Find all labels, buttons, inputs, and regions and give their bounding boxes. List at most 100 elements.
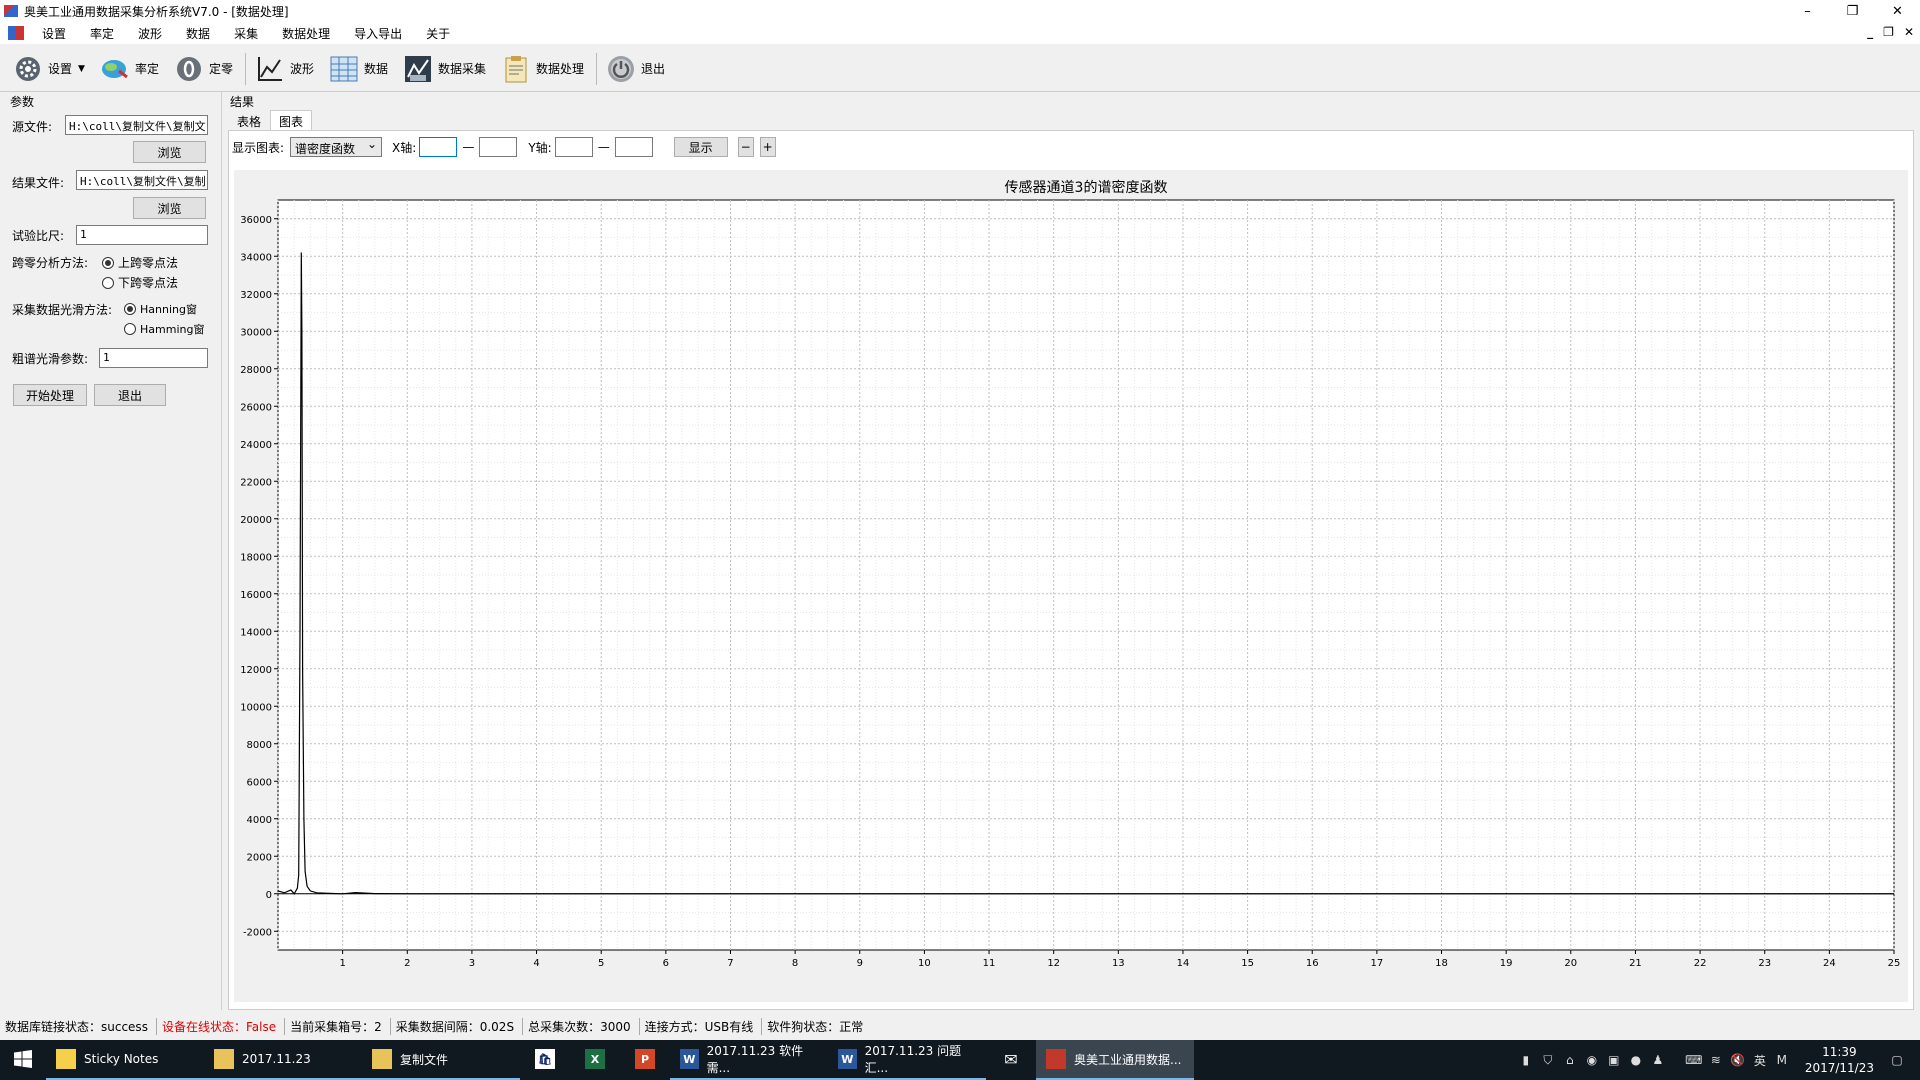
result-file-label: 结果文件: xyxy=(12,176,65,190)
toolbar-acquire-label: 数据采集 xyxy=(438,62,487,76)
qq-icon[interactable]: ♟ xyxy=(1647,1049,1669,1071)
radio-dot[interactable] xyxy=(124,303,136,315)
zoom-out-button[interactable]: − xyxy=(737,137,754,157)
taskbar-app[interactable]: 奥美工业通用数据... xyxy=(1036,1040,1194,1080)
notification-icon[interactable]: ▢ xyxy=(1886,1049,1908,1071)
y-min-input[interactable] xyxy=(554,137,593,157)
acquire-icon xyxy=(404,55,432,83)
scale-input[interactable]: 1 xyxy=(76,225,208,245)
toolbar-acquire-button[interactable]: 数据采集 xyxy=(400,51,490,87)
menu-data[interactable]: 数据 xyxy=(174,25,222,42)
radio-dot[interactable] xyxy=(102,276,114,289)
toolbar-process-button[interactable]: 数据处理 xyxy=(498,51,588,87)
battery-icon[interactable]: ▮ xyxy=(1515,1049,1537,1071)
taskbar-mail[interactable]: ✉ xyxy=(986,1040,1036,1080)
volume-muted-icon[interactable]: 🔇 xyxy=(1727,1049,1749,1071)
menu-calibrate[interactable]: 率定 xyxy=(78,25,126,42)
x-min-input[interactable] xyxy=(419,137,458,157)
y-tick-label: 10000 xyxy=(240,702,272,713)
source-file-input[interactable]: H:\coll\复制文件\复制文 xyxy=(65,115,208,135)
exit-process-button[interactable]: 退出 xyxy=(94,384,166,406)
menu-acquire[interactable]: 采集 xyxy=(222,25,270,42)
app-tray-icon[interactable]: ▣ xyxy=(1603,1049,1625,1071)
x-tick-label: 12 xyxy=(1047,958,1060,969)
toolbar-calibrate-button[interactable]: 率定 xyxy=(97,51,163,87)
wechat-icon[interactable]: ● xyxy=(1625,1049,1647,1071)
radio-dot[interactable] xyxy=(124,323,136,335)
clock[interactable]: 11:39 2017/11/23 xyxy=(1805,1044,1874,1076)
toolbar-zero-button[interactable]: 定零 xyxy=(171,51,237,87)
result-group-label: 结果 xyxy=(230,95,255,109)
x-tick-label: 1 xyxy=(339,958,345,969)
spectral-density-chart: -2000 0 2000 4000 6000 8000 10000 12000 14000 160… xyxy=(240,179,1900,969)
toolbar-settings-button[interactable]: 设置 ▼ xyxy=(10,51,89,87)
taskbar-store[interactable]: 🛍 xyxy=(520,1040,570,1080)
start-button[interactable] xyxy=(0,1040,46,1080)
taskbar-excel[interactable]: X xyxy=(570,1040,620,1080)
zero-down-radio[interactable]: 下跨零点法 xyxy=(102,274,178,291)
coarse-smooth-label: 粗谱光滑参数: xyxy=(12,352,89,366)
browse-result-button[interactable]: 浏览 xyxy=(133,197,206,219)
taskbar-label: 2017.11.23 xyxy=(242,1052,311,1066)
mdi-minimize-button[interactable]: _ xyxy=(1867,25,1873,39)
zero-up-radio[interactable]: 上跨零点法 xyxy=(102,254,178,271)
minimize-button[interactable]: – xyxy=(1785,0,1830,22)
mdi-close-button[interactable]: ✕ xyxy=(1904,25,1914,39)
mdi-child-icon[interactable] xyxy=(8,26,24,40)
menu-import-export[interactable]: 导入导出 xyxy=(342,25,414,42)
store-icon: 🛍 xyxy=(535,1049,555,1069)
taskbar-label: 2017.11.23 软件需... xyxy=(706,1044,804,1075)
y-tick-label: 20000 xyxy=(240,515,272,526)
toolbar-waveform-button[interactable]: 波形 xyxy=(252,51,318,87)
taskbar-folder-2[interactable]: 复制文件 xyxy=(362,1040,520,1080)
show-chart-button[interactable]: 显示 xyxy=(673,137,728,157)
menu-process[interactable]: 数据处理 xyxy=(270,25,342,42)
smooth-hanning-radio[interactable]: Hanning窗 xyxy=(124,301,197,317)
usb-icon[interactable]: ⌂ xyxy=(1559,1049,1581,1071)
params-panel: 参数 源文件: H:\coll\复制文件\复制文 浏览 结果文件: H:\col… xyxy=(0,92,222,1010)
x-tick-label: 21 xyxy=(1629,958,1642,969)
toolbar-calibrate-label: 率定 xyxy=(134,62,159,76)
smooth-hamming-radio[interactable]: Hamming窗 xyxy=(124,321,204,337)
taskbar-powerpoint[interactable]: P xyxy=(620,1040,670,1080)
chevron-down-icon[interactable]: ▼ xyxy=(78,64,85,74)
y-max-input[interactable] xyxy=(614,137,653,157)
taskbar-word-2[interactable]: W 2017.11.23 问题汇... xyxy=(828,1040,986,1080)
taskbar-word-1[interactable]: W 2017.11.23 软件需... xyxy=(670,1040,828,1080)
calibrate-icon xyxy=(101,55,129,83)
close-button[interactable]: ✕ xyxy=(1875,0,1920,22)
scale-label: 试验比尺: xyxy=(12,229,65,243)
y-tick-label: 14000 xyxy=(240,627,272,638)
toolbar-exit-button[interactable]: 退出 xyxy=(603,51,669,87)
restore-button[interactable]: ❐ xyxy=(1830,0,1875,22)
ime-indicator[interactable]: 英 xyxy=(1749,1049,1771,1071)
toolbar-data-button[interactable]: 数据 xyxy=(326,51,392,87)
result-file-input[interactable]: H:\coll\复制文件\复制 xyxy=(76,170,208,190)
radio-dot[interactable] xyxy=(102,256,114,269)
x-max-input[interactable] xyxy=(479,137,518,157)
shield-icon[interactable]: ⛉ xyxy=(1537,1049,1559,1071)
taskbar-sticky-notes[interactable]: Sticky Notes xyxy=(46,1040,204,1080)
menu-waveform[interactable]: 波形 xyxy=(126,25,174,42)
chart-type-select[interactable]: 谱密度函数 xyxy=(290,137,383,157)
coarse-smooth-input[interactable]: 1 xyxy=(99,348,208,368)
menu-settings[interactable]: 设置 xyxy=(30,25,78,42)
y-tick-label: 36000 xyxy=(240,215,272,226)
start-process-button[interactable]: 开始处理 xyxy=(13,384,87,406)
y-tick-label: 16000 xyxy=(240,590,272,601)
status-device: 设备在线状态：False xyxy=(157,1017,286,1035)
x-tick-label: 13 xyxy=(1112,958,1125,969)
status-connection: 连接方式：USB有线 xyxy=(640,1017,763,1035)
keyboard-icon[interactable]: ⌨ xyxy=(1683,1049,1705,1071)
network-app-icon[interactable]: ◉ xyxy=(1581,1049,1603,1071)
app-icon xyxy=(4,5,18,17)
status-bar: 数据库链接状态：success 设备在线状态：False 当前采集箱号：2 采集… xyxy=(0,1015,1920,1037)
mdi-restore-button[interactable]: ❐ xyxy=(1883,25,1894,39)
zoom-in-button[interactable]: + xyxy=(759,137,776,157)
taskbar-folder-1[interactable]: 2017.11.23 xyxy=(204,1040,362,1080)
ime-mode-icon[interactable]: M xyxy=(1771,1049,1793,1071)
menu-about[interactable]: 关于 xyxy=(414,25,462,42)
x-tick-label: 20 xyxy=(1564,958,1577,969)
wifi-icon[interactable]: ≋ xyxy=(1705,1049,1727,1071)
browse-source-button[interactable]: 浏览 xyxy=(133,141,206,163)
